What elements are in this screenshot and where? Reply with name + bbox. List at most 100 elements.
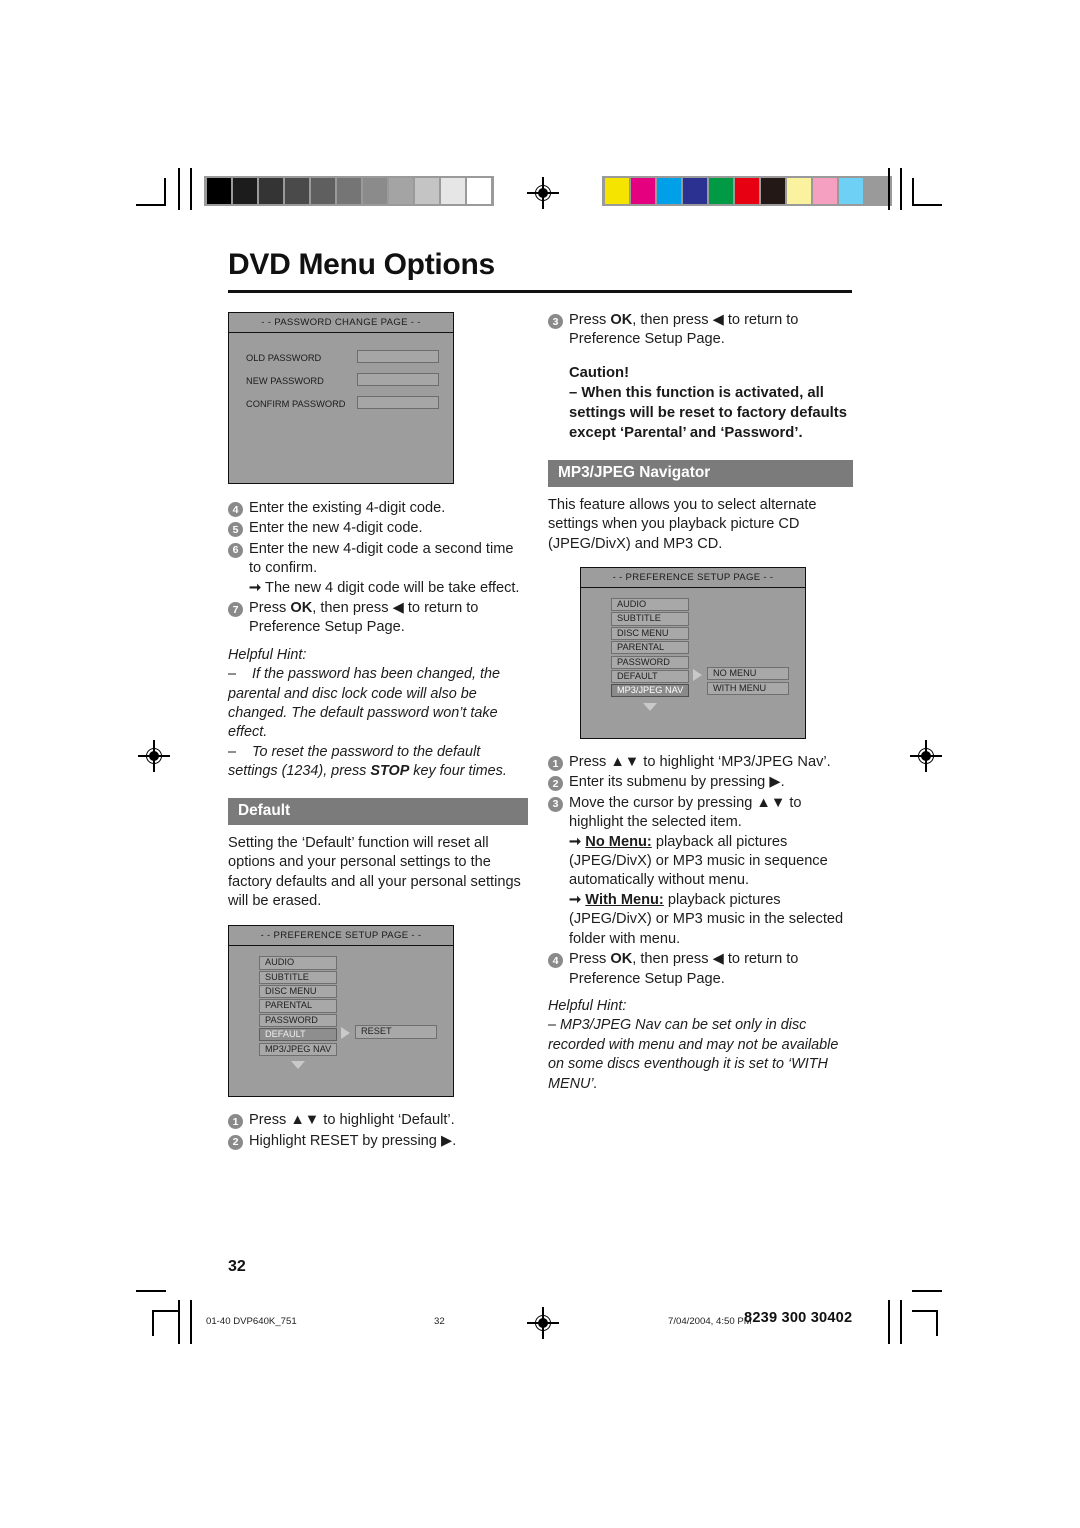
- new-password-input[interactable]: [357, 373, 439, 386]
- registration-mark-bottom: [527, 1307, 559, 1339]
- list-item: 5 Enter the new 4-digit code.: [228, 519, 528, 538]
- password-screen-title: - - PASSWORD CHANGE PAGE - -: [229, 313, 453, 333]
- step-number: 4: [548, 953, 563, 969]
- grayscale-swatch-0: [207, 178, 231, 204]
- submenu-caret-icon: [693, 669, 702, 682]
- submenu-caret-icon: [341, 1027, 350, 1040]
- grayscale-swatch-8: [415, 178, 439, 204]
- footer-page: 32: [434, 1316, 445, 1327]
- right-column: 3 Press OK, then press ◀ to return to Pr…: [548, 305, 853, 1094]
- menu-item-mp3-jpeg-nav[interactable]: MP3/JPEG NAV: [611, 684, 689, 698]
- step-number: 3: [548, 796, 563, 812]
- step-text: Enter the new 4-digit code a second time…: [249, 540, 514, 577]
- old-password-input[interactable]: [357, 350, 439, 363]
- color-swatch-0: [605, 178, 629, 204]
- mp3-screen-menu: AUDIO SUBTITLE DISC MENU PARENTAL PASSWO…: [611, 598, 689, 712]
- step-text-mid: , then press: [632, 312, 713, 328]
- grayscale-swatch-6: [363, 178, 387, 204]
- up-down-arrow-icon: ▲▼: [290, 1112, 320, 1129]
- menu-item-default[interactable]: DEFAULT: [259, 1028, 337, 1042]
- trim-line-top-right: [888, 168, 890, 210]
- arrow-right-icon: ➞: [569, 891, 582, 908]
- default-section-body: Setting the ‘Default’ function will rese…: [228, 834, 521, 909]
- left-arrow-icon: ◀: [712, 951, 724, 968]
- menu-item-default[interactable]: DEFAULT: [611, 669, 689, 684]
- mp3-screen-submenu: NO MENU WITH MENU: [707, 667, 789, 696]
- up-down-arrow-icon: ▲▼: [756, 794, 786, 811]
- password-steps-list: 4 Enter the existing 4-digit code. 5 Ent…: [228, 499, 528, 638]
- color-swatch-2: [657, 178, 681, 204]
- step-number: 1: [548, 756, 563, 772]
- menu-item-disc-menu[interactable]: DISC MENU: [259, 985, 337, 999]
- list-item: 2 Enter its submenu by pressing ▶.: [548, 773, 853, 792]
- helpful-hint-item-1-text: If the password has been changed, the pa…: [228, 666, 501, 741]
- step-sub-bullet: ➞ The new 4 digit code will be take effe…: [249, 579, 528, 598]
- list-item: 3 Move the cursor by pressing ▲▼ to high…: [548, 794, 853, 949]
- menu-item-audio[interactable]: AUDIO: [259, 956, 337, 970]
- confirm-password-label: CONFIRM PASSWORD: [246, 399, 346, 409]
- grayscale-swatch-1: [233, 178, 257, 204]
- new-password-label: NEW PASSWORD: [246, 376, 324, 386]
- step-text-pre: Move the cursor by pressing: [569, 794, 757, 811]
- menu-item-parental[interactable]: PARENTAL: [611, 641, 689, 655]
- step-text: Enter the existing 4-digit code.: [249, 500, 446, 516]
- grayscale-swatch-5: [337, 178, 361, 204]
- menu-item-password[interactable]: PASSWORD: [259, 1013, 337, 1027]
- right-arrow-icon: ▶: [769, 774, 781, 791]
- step-text-pre: Press: [569, 754, 611, 771]
- menu-item-parental[interactable]: PARENTAL: [259, 999, 337, 1013]
- password-change-screen: - - PASSWORD CHANGE PAGE - - OLD PASSWOR…: [228, 312, 454, 484]
- menu-item-disc-menu[interactable]: DISC MENU: [611, 626, 689, 640]
- helpful-hint-item-2: – To reset the password to the default s…: [228, 743, 507, 780]
- menu-item-mp3-jpeg-nav[interactable]: MP3/JPEG NAV: [259, 1042, 337, 1056]
- list-item: 1 Press ▲▼ to highlight ‘MP3/JPEG Nav’.: [548, 753, 853, 772]
- menu-item-audio[interactable]: AUDIO: [611, 598, 689, 612]
- color-bar: [602, 176, 892, 206]
- step-text-post: to highlight ‘MP3/JPEG Nav’.: [639, 754, 831, 771]
- footer-timestamp: 7/04/2004, 4:50 PM: [668, 1316, 752, 1327]
- menu-item-password[interactable]: PASSWORD: [611, 655, 689, 669]
- submenu-item-no-menu[interactable]: NO MENU: [707, 667, 789, 681]
- footer-filename: 01-40 DVP640K_751: [206, 1316, 297, 1327]
- step-text-post: .: [780, 774, 785, 791]
- helpful-hint-text: – MP3/JPEG Nav can be set only in disc r…: [548, 1017, 839, 1092]
- caution-text: – When this function is activated, all s…: [569, 384, 847, 441]
- page-title: DVD Menu Options: [228, 248, 495, 281]
- registration-mark-top: [527, 177, 559, 209]
- step-text-mid: , then press: [632, 951, 713, 968]
- trim-line-top-left: [178, 168, 180, 210]
- color-swatch-10: [865, 178, 889, 204]
- step-number: 1: [228, 1114, 243, 1130]
- menu-item-subtitle[interactable]: SUBTITLE: [259, 970, 337, 984]
- bullet-with-menu: ➞ With Menu: playback pictures (JPEG/Div…: [569, 891, 853, 949]
- helpful-hint-label: Helpful Hint:: [228, 646, 307, 663]
- step-number: 7: [228, 602, 243, 618]
- caution-block: Caution! – When this function is activat…: [548, 363, 853, 443]
- grayscale-swatch-4: [311, 178, 335, 204]
- color-swatch-4: [709, 178, 733, 204]
- title-divider: [228, 290, 852, 293]
- trim-line-top-right-2: [900, 168, 902, 210]
- caution-label: Caution!: [569, 364, 629, 381]
- step-number: 2: [548, 776, 563, 792]
- stop-key-label: STOP: [370, 763, 410, 780]
- step-text-pre: Enter its submenu by pressing: [569, 774, 770, 791]
- step-text-mid: , then press: [312, 600, 393, 617]
- mp3-helpful-hint-block: Helpful Hint: – MP3/JPEG Nav can be set …: [548, 997, 853, 1094]
- mp3-section-intro: This feature allows you to select altern…: [548, 496, 817, 552]
- color-swatch-7: [787, 178, 811, 204]
- submenu-item-with-menu[interactable]: WITH MENU: [707, 681, 789, 695]
- trim-line-bottom-right-2: [900, 1300, 902, 1344]
- menu-item-subtitle[interactable]: SUBTITLE: [611, 612, 689, 626]
- step-sub-bullet-text: The new 4 digit code will be take effect…: [265, 579, 520, 596]
- list-item: 6 Enter the new 4-digit code a second ti…: [228, 540, 528, 598]
- helpful-hint-item-1: – If the password has been changed, the …: [228, 666, 501, 741]
- footer-doc-code: 8239 300 30402: [744, 1310, 853, 1326]
- list-item: 1 Press ▲▼ to highlight ‘Default’.: [228, 1111, 528, 1130]
- step-number: 4: [228, 502, 243, 517]
- step-number: 3: [548, 314, 563, 329]
- confirm-password-input[interactable]: [357, 396, 439, 409]
- step-number: 5: [228, 522, 243, 538]
- list-item: 7 Press OK, then press ◀ to return to Pr…: [228, 599, 528, 638]
- submenu-item-reset[interactable]: RESET: [355, 1025, 437, 1039]
